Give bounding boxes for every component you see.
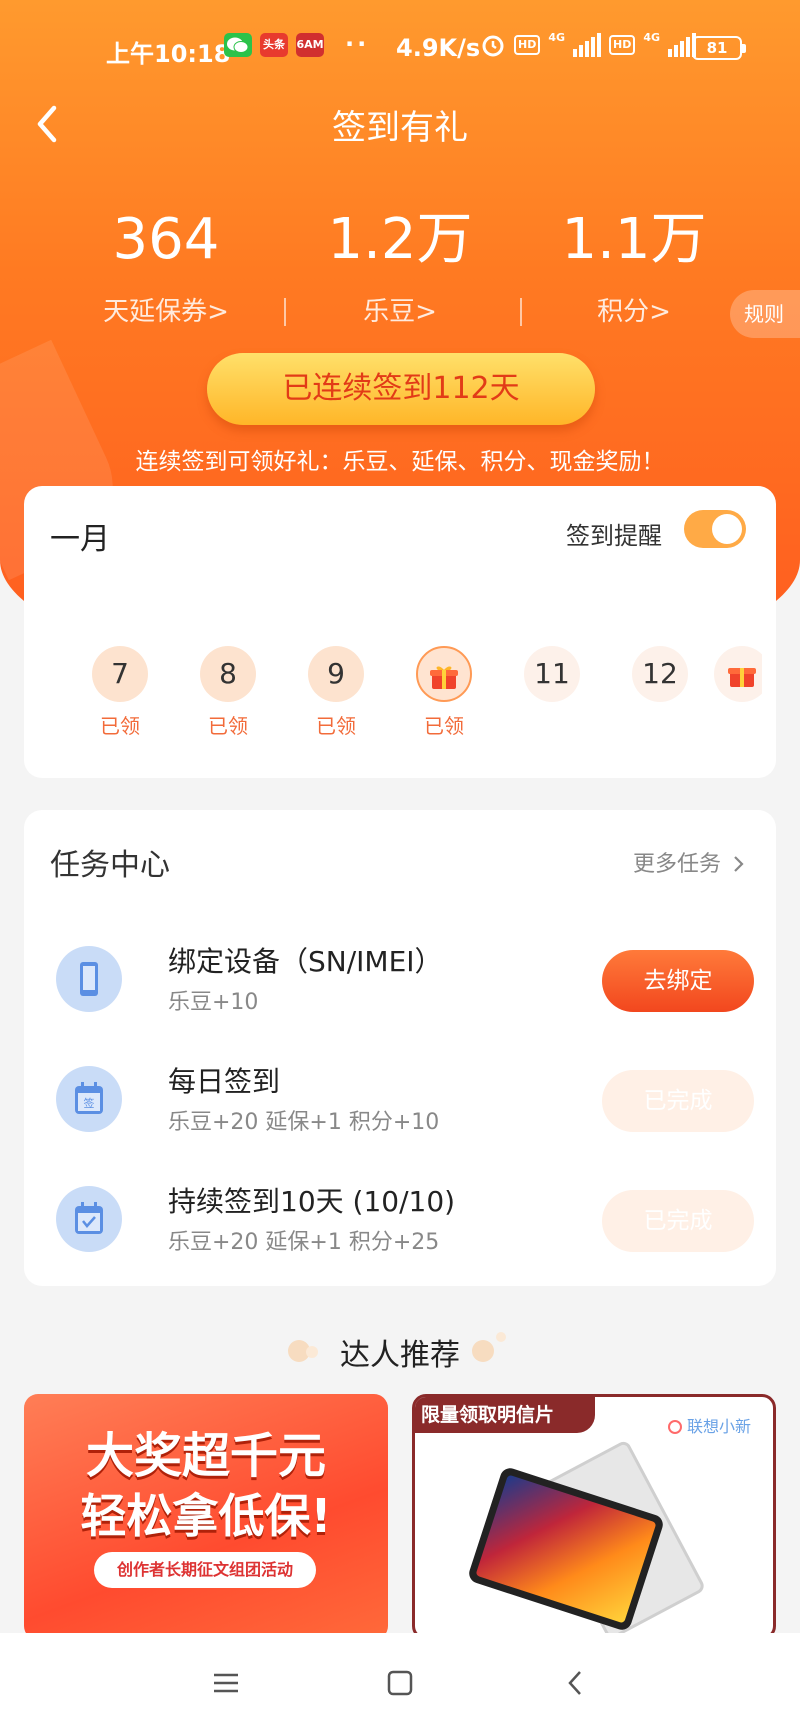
day-status: 已领 (100, 714, 140, 738)
stat-label: 积分> (597, 297, 671, 327)
task-name: 持续签到10天 (10/10) (168, 1185, 456, 1218)
network-label-1: 4G (548, 30, 566, 44)
day-item-gift[interactable] (714, 646, 762, 736)
more-tasks-label: 更多任务 (632, 852, 721, 877)
page-title: 签到有礼 (332, 108, 468, 148)
day-status: 已领 (208, 714, 248, 738)
day-item[interactable]: 11 (498, 646, 606, 736)
day-item[interactable]: 9 已领 (282, 646, 390, 738)
day-number: 9 (308, 646, 364, 702)
promo-banner-postcard[interactable]: 限量领取明信片 联想小新 (412, 1394, 776, 1640)
stat-label: 乐豆> (363, 297, 437, 327)
promo-banner-contest[interactable]: 大奖超千元 轻松拿低保! 创作者长期征文组团活动 (24, 1394, 388, 1640)
stat-ledou[interactable]: 1.2万 乐豆> (280, 205, 520, 328)
day-item[interactable]: 8 已领 (174, 646, 282, 738)
checkin-calendar-card: 一月 签到提醒 7 已领 8 已领 9 已领 已领 11 12 (24, 486, 776, 778)
hd-icon-2: HD (609, 35, 636, 55)
chevron-right-icon (734, 856, 744, 872)
task-reward: 乐豆+20 延保+1 积分+25 (168, 1230, 440, 1255)
day-number: 11 (524, 646, 580, 702)
month-label: 一月 (50, 522, 110, 557)
task-center-title: 任务中心 (50, 848, 170, 883)
toggle-knob (712, 514, 742, 544)
back-icon[interactable] (556, 1663, 596, 1703)
day-strip: 7 已领 8 已领 9 已领 已领 11 12 (66, 646, 762, 738)
day-number: 8 (200, 646, 256, 702)
status-time: 上午10:18 (106, 40, 231, 68)
banner-subheadline: 轻松拿低保! (80, 1489, 332, 1543)
network-label-2: 4G (643, 30, 661, 44)
task-reward: 乐豆+10 (168, 990, 259, 1015)
status-bar: 上午10:18 头条 6AM ·· 4.9K/s HD 4G HD 4G 81 (0, 0, 800, 96)
day-gift (416, 646, 472, 702)
banner-tag: 创作者长期征文组团活动 (94, 1552, 316, 1588)
status-system-icons: HD 4G HD 4G (480, 30, 697, 58)
toutiao-icon: 头条 (260, 33, 288, 57)
network-speed: 4.9K/s (396, 34, 481, 62)
task-row: 持续签到10天 (10/10) 乐豆+20 延保+1 积分+25 已完成 (56, 1180, 756, 1280)
signal-icon (573, 33, 602, 57)
day-status: 已领 (424, 714, 464, 738)
gift-icon (430, 666, 458, 689)
streak-button[interactable]: 已连续签到112天 (207, 353, 595, 425)
phone-icon (56, 946, 122, 1012)
day-item-gift[interactable]: 已领 (390, 646, 498, 738)
day-number: 12 (632, 646, 688, 702)
stat-value: 1.1万 (561, 207, 707, 272)
day-item[interactable]: 7 已领 (66, 646, 174, 738)
rules-button[interactable]: 规则 (730, 290, 800, 338)
calendar-check-icon (56, 1186, 122, 1252)
gift-icon (728, 668, 756, 687)
calendar-sign-icon: 签 (56, 1066, 122, 1132)
banner-ribbon: 限量领取明信片 (415, 1397, 595, 1433)
stat-warranty[interactable]: 364 天延保券> (46, 205, 286, 328)
day-number: 7 (92, 646, 148, 702)
recommend-title: 达人推荐 (340, 1338, 460, 1373)
svg-text:签: 签 (84, 1096, 95, 1110)
stat-value: 364 (112, 207, 220, 272)
day-status: 已领 (316, 714, 356, 738)
task-done-button[interactable]: 已完成 (602, 1190, 754, 1252)
reminder-toggle[interactable] (684, 510, 746, 548)
reminder-label: 签到提醒 (566, 522, 662, 550)
task-row: 绑定设备（SN/IMEI） 乐豆+10 去绑定 (56, 940, 756, 1040)
home-icon[interactable] (380, 1663, 420, 1703)
task-row: 签 每日签到 乐豆+20 延保+1 积分+10 已完成 (56, 1060, 756, 1160)
more-notifications: ·· (345, 30, 370, 58)
task-name: 绑定设备（SN/IMEI） (168, 945, 443, 978)
stat-points[interactable]: 1.1万 积分> (514, 205, 754, 328)
status-app-icons: 头条 6AM (224, 33, 324, 57)
task-reward: 乐豆+20 延保+1 积分+10 (168, 1110, 440, 1135)
task-done-button[interactable]: 已完成 (602, 1070, 754, 1132)
brand-label: 联想小新 (686, 1417, 751, 1436)
banner-headline: 大奖超千元 (85, 1428, 326, 1484)
brand-logo: 联想小新 (667, 1413, 751, 1437)
app-icon: 6AM (296, 33, 324, 57)
stat-value: 1.2万 (327, 207, 473, 272)
day-item[interactable]: 12 (606, 646, 714, 736)
bind-device-button[interactable]: 去绑定 (602, 950, 754, 1012)
day-status (498, 710, 606, 736)
more-tasks-link[interactable]: 更多任务 (633, 846, 746, 878)
stat-label: 天延保券> (103, 297, 229, 327)
reward-hint: 连续签到可领好礼：乐豆、延保、积分、现金奖励！ (135, 449, 665, 475)
wechat-icon (224, 33, 252, 57)
day-status (606, 710, 714, 736)
system-navigation-bar (0, 1633, 800, 1733)
menu-icon[interactable] (206, 1663, 246, 1703)
task-name: 每日签到 (168, 1065, 281, 1098)
task-center-card: 任务中心 更多任务 绑定设备（SN/IMEI） 乐豆+10 去绑定 签 每日签到… (24, 810, 776, 1286)
day-gift (714, 646, 762, 702)
battery-icon: 81 (692, 36, 746, 60)
hd-icon: HD (514, 35, 541, 55)
alarm-icon (482, 35, 504, 57)
